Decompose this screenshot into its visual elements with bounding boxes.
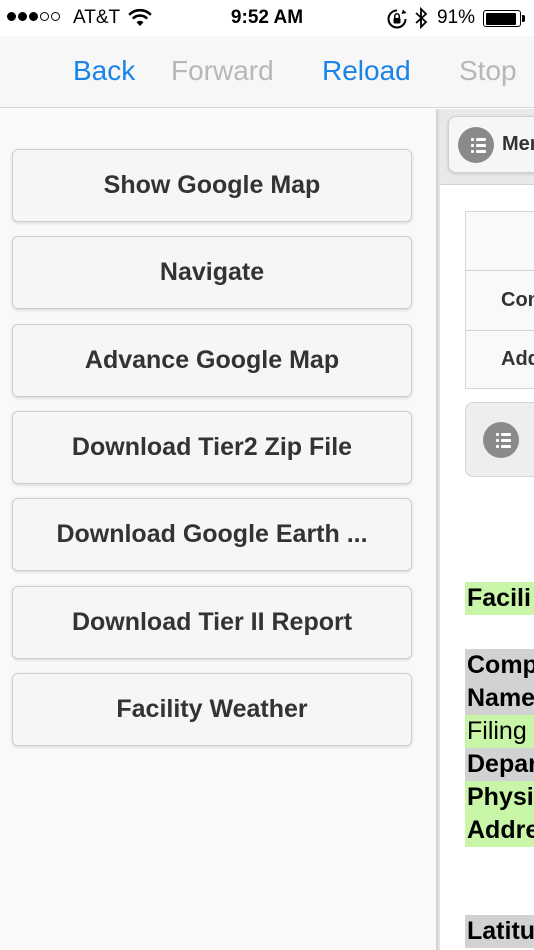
facility-table: Con Add xyxy=(465,211,534,389)
table-row: Con xyxy=(466,271,534,331)
navigate-button[interactable]: Navigate xyxy=(12,236,412,309)
download-tier2-zip-button[interactable]: Download Tier2 Zip File xyxy=(12,411,412,484)
address-label: Addre xyxy=(465,814,534,847)
list-icon xyxy=(483,422,519,458)
stop-button[interactable]: Stop xyxy=(459,55,517,87)
facility-weather-button[interactable]: Facility Weather xyxy=(12,673,412,746)
battery-percent: 91% xyxy=(437,7,476,28)
download-google-earth-button[interactable]: Download Google Earth ... xyxy=(12,498,412,571)
collapsible-section[interactable] xyxy=(465,402,534,477)
facility-heading: Facili xyxy=(465,582,534,615)
page-header: Menu xyxy=(440,109,534,185)
department-label: Depar xyxy=(465,748,534,781)
table-row: Add xyxy=(466,331,534,389)
list-icon xyxy=(458,126,494,163)
company-label: Comp xyxy=(465,649,534,682)
reload-button[interactable]: Reload xyxy=(322,55,411,87)
table-row xyxy=(466,212,534,271)
back-button[interactable]: Back xyxy=(73,55,135,87)
show-google-map-button[interactable]: Show Google Map xyxy=(12,149,412,222)
download-tier-ii-report-button[interactable]: Download Tier II Report xyxy=(12,586,412,659)
browser-toolbar: Back Forward Reload Stop xyxy=(0,36,534,108)
battery-icon xyxy=(483,10,521,27)
filing-value: Filing xyxy=(465,715,534,748)
forward-button[interactable]: Forward xyxy=(171,55,274,87)
bluetooth-icon xyxy=(415,6,428,30)
status-bar: AT&T 9:52 AM 91% xyxy=(0,0,534,36)
menu-button-label: Menu xyxy=(502,133,534,155)
physical-label: Physi xyxy=(465,781,534,814)
menu-button[interactable]: Menu xyxy=(448,116,534,173)
side-menu-panel: Show Google Map Navigate Advance Google … xyxy=(0,109,436,950)
latitude-label: Latitu xyxy=(465,915,534,948)
name-label: Name xyxy=(465,682,534,715)
main-content-panel: Menu Con Add Facili Comp Name Filing Dep… xyxy=(440,109,534,950)
advance-google-map-button[interactable]: Advance Google Map xyxy=(12,324,412,397)
rotation-lock-icon xyxy=(387,9,407,29)
